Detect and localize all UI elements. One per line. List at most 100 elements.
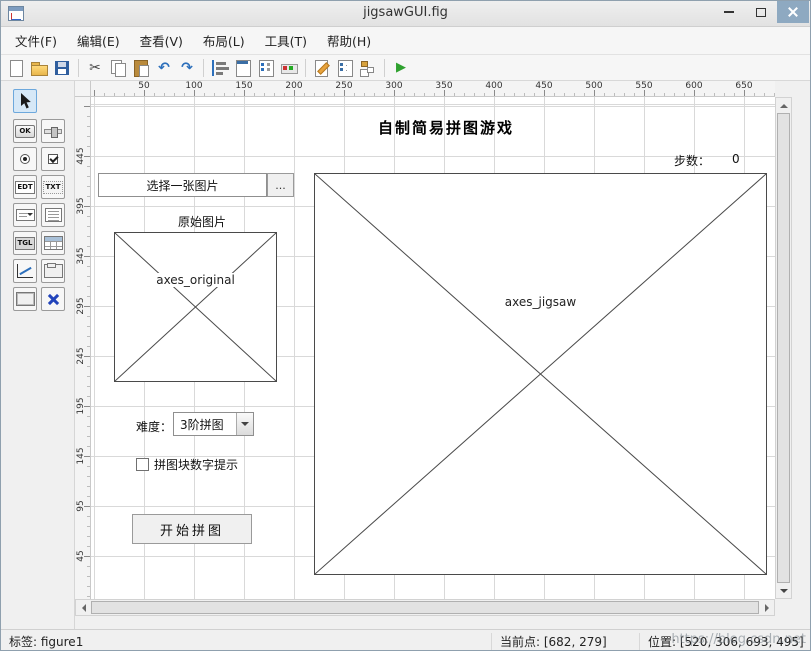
hint-checkbox[interactable] bbox=[136, 458, 149, 471]
minimize-icon bbox=[724, 11, 734, 13]
component-palette: OK EDT TXT TGL bbox=[1, 81, 75, 629]
menu-file[interactable]: 文件(F) bbox=[5, 27, 67, 54]
difficulty-label[interactable]: 难度： bbox=[136, 418, 172, 435]
open-button[interactable] bbox=[28, 57, 50, 79]
edit-text-icon: EDT bbox=[15, 180, 35, 194]
palette-statictext-tool[interactable]: TXT bbox=[41, 175, 65, 199]
ruler-label: 550 bbox=[635, 81, 653, 91]
menu-editor-button[interactable] bbox=[232, 57, 254, 79]
ruler-label: 650 bbox=[735, 81, 753, 91]
horizontal-scrollbar[interactable] bbox=[75, 599, 775, 616]
palette-pushbutton-tool[interactable]: OK bbox=[13, 119, 37, 143]
scroll-up-button[interactable] bbox=[776, 98, 791, 113]
ruler-label: 100 bbox=[185, 81, 203, 91]
status-tag: 标签: figure1 bbox=[9, 635, 84, 649]
menu-view[interactable]: 查看(V) bbox=[130, 27, 193, 54]
menu-layout[interactable]: 布局(L) bbox=[193, 27, 255, 54]
scroll-left-button[interactable] bbox=[76, 600, 91, 615]
save-button[interactable] bbox=[51, 57, 73, 79]
image-path-edit[interactable]: 选择一张图片 bbox=[98, 173, 267, 197]
copy-button[interactable] bbox=[107, 57, 129, 79]
palette-buttongroup-tool[interactable] bbox=[13, 287, 37, 311]
palette-popupmenu-tool[interactable] bbox=[13, 203, 37, 227]
align-objects-icon bbox=[211, 58, 229, 77]
hint-checkbox-row[interactable]: 拼图块数字提示 bbox=[136, 456, 238, 473]
palette-slider-tool[interactable] bbox=[41, 119, 65, 143]
run-button[interactable]: ▶ bbox=[390, 57, 412, 79]
scroll-down-icon bbox=[779, 588, 788, 597]
editor-button[interactable] bbox=[311, 57, 333, 79]
figure-title-text[interactable]: 自制简易拼图游戏 bbox=[296, 117, 596, 138]
scroll-right-icon bbox=[764, 603, 773, 612]
minimize-button[interactable] bbox=[713, 1, 745, 23]
status-current-point: 当前点: [682, 279] bbox=[491, 633, 607, 650]
object-browser-button[interactable] bbox=[357, 57, 379, 79]
difficulty-dropdown[interactable]: 3阶拼图 bbox=[173, 412, 254, 436]
axes-jigsaw[interactable]: axes_jigsaw bbox=[314, 173, 767, 575]
ruler-label: 50 bbox=[138, 81, 150, 91]
paste-button[interactable] bbox=[130, 57, 152, 79]
palette-activex-tool[interactable] bbox=[41, 287, 65, 311]
ruler-label: 195 bbox=[76, 397, 86, 415]
palette-radiobutton-tool[interactable] bbox=[13, 147, 37, 171]
panel-icon bbox=[43, 263, 63, 278]
palette-select-tool[interactable] bbox=[13, 89, 37, 113]
toolbar: ✂ ↶ ↷ ▶ bbox=[1, 55, 810, 81]
new-file-icon bbox=[7, 59, 25, 77]
palette-panel-tool[interactable] bbox=[41, 259, 65, 283]
ruler-label: 250 bbox=[335, 81, 353, 91]
close-button[interactable] bbox=[777, 1, 809, 23]
maximize-icon bbox=[756, 7, 766, 17]
vertical-scrollbar[interactable] bbox=[775, 97, 792, 599]
palette-axes-tool[interactable] bbox=[13, 259, 37, 283]
menu-help[interactable]: 帮助(H) bbox=[317, 27, 381, 54]
menubar: 文件(F) 编辑(E) 查看(V) 布局(L) 工具(T) 帮助(H) bbox=[1, 27, 810, 55]
toolbar-editor-button[interactable] bbox=[278, 57, 300, 79]
tab-order-editor-button[interactable] bbox=[255, 57, 277, 79]
vertical-scroll-thumb[interactable] bbox=[777, 113, 790, 583]
layout-editor: 50 100 150 200 250 300 350 400 450 500 5… bbox=[75, 81, 810, 629]
browse-button[interactable]: ... bbox=[267, 173, 294, 197]
scroll-down-button[interactable] bbox=[776, 583, 791, 598]
difficulty-value: 3阶拼图 bbox=[180, 417, 224, 432]
property-inspector-icon bbox=[336, 59, 354, 77]
save-icon bbox=[53, 59, 71, 77]
palette-checkbox-tool[interactable] bbox=[41, 147, 65, 171]
horizontal-scroll-thumb[interactable] bbox=[91, 601, 759, 614]
undo-button[interactable]: ↶ bbox=[153, 57, 175, 79]
steps-value[interactable]: 0 bbox=[732, 152, 740, 166]
palette-edittext-tool[interactable]: EDT bbox=[13, 175, 37, 199]
menu-tools[interactable]: 工具(T) bbox=[255, 27, 317, 54]
statusbar: 标签: figure1 当前点: [682, 279] 位置: [520, 30… bbox=[1, 629, 810, 650]
palette-table-tool[interactable] bbox=[41, 231, 65, 255]
axes-jigsaw-label: axes_jigsaw bbox=[501, 295, 580, 309]
guide-window: jigsawGUI.fig 文件(F) 编辑(E) 查看(V) 布局(L) 工具… bbox=[0, 0, 811, 651]
design-canvas[interactable]: 自制简易拼图游戏 步数： 0 选择一张图片 ... 原始图片 axes_orig… bbox=[91, 97, 775, 599]
steps-label[interactable]: 步数： bbox=[674, 152, 710, 169]
chevron-down-icon[interactable] bbox=[236, 413, 253, 435]
start-jigsaw-button[interactable]: 开始拼图 bbox=[132, 514, 252, 544]
toolbar-separator bbox=[384, 58, 385, 77]
original-image-label[interactable]: 原始图片 bbox=[162, 213, 242, 230]
tab-order-editor-icon bbox=[257, 59, 275, 77]
palette-togglebutton-tool[interactable]: TGL bbox=[13, 231, 37, 255]
align-objects-button[interactable] bbox=[209, 57, 231, 79]
ruler-label: 150 bbox=[235, 81, 253, 91]
maximize-button[interactable] bbox=[745, 1, 777, 23]
main-area: OK EDT TXT TGL 50 100 150 200 250 300 35… bbox=[1, 81, 810, 629]
redo-button[interactable]: ↷ bbox=[176, 57, 198, 79]
menu-edit[interactable]: 编辑(E) bbox=[67, 27, 130, 54]
property-inspector-button[interactable] bbox=[334, 57, 356, 79]
toggle-button-icon: TGL bbox=[15, 236, 35, 250]
scroll-right-button[interactable] bbox=[759, 600, 774, 615]
ruler-label: 295 bbox=[76, 297, 86, 315]
palette-listbox-tool[interactable] bbox=[41, 203, 65, 227]
undo-icon: ↶ bbox=[158, 59, 170, 76]
editor-icon bbox=[313, 59, 331, 77]
titlebar[interactable]: jigsawGUI.fig bbox=[1, 1, 810, 27]
cut-button[interactable]: ✂ bbox=[84, 57, 106, 79]
ruler-label: 95 bbox=[76, 500, 86, 512]
axes-original[interactable]: axes_original bbox=[114, 232, 277, 382]
new-button[interactable] bbox=[5, 57, 27, 79]
object-browser-icon bbox=[359, 59, 377, 77]
